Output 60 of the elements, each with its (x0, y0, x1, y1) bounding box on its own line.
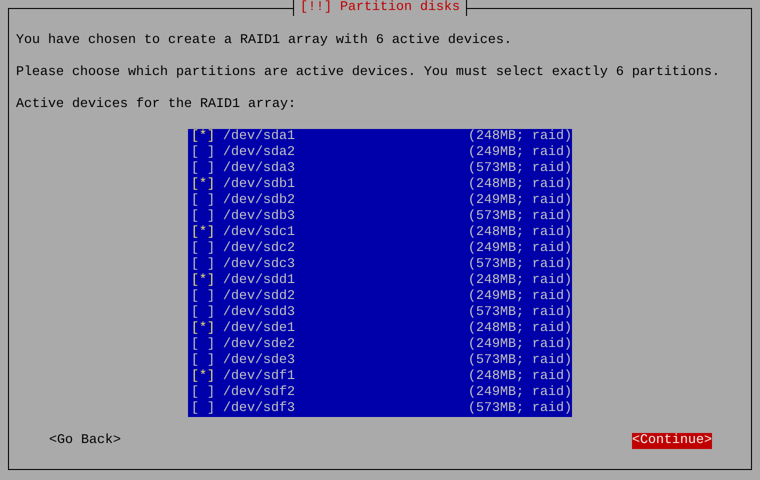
device-info: (573MB; raid) (468, 305, 572, 321)
device-name: /dev/sdf3 (223, 401, 295, 417)
device-info: (249MB; raid) (468, 241, 572, 257)
checkbox[interactable]: [ ] (191, 241, 215, 257)
device-info: (248MB; raid) (468, 129, 572, 145)
device-name: /dev/sdd1 (223, 273, 295, 289)
checkbox[interactable]: [*] (191, 177, 215, 193)
device-info: (249MB; raid) (468, 385, 572, 401)
message-text: You have chosen to create a RAID1 array with 6 active devices. (16, 33, 513, 49)
device-info: (573MB; raid) (468, 161, 572, 177)
checkbox[interactable]: [ ] (191, 337, 215, 353)
device-name: /dev/sdd2 (223, 289, 295, 305)
checkbox[interactable]: [*] (191, 225, 215, 241)
checkbox[interactable]: [ ] (191, 401, 215, 417)
checkbox[interactable]: [ ] (191, 385, 215, 401)
device-name: /dev/sdb1 (223, 177, 295, 193)
checkbox[interactable]: [*] (191, 129, 215, 145)
device-name: /dev/sdc3 (223, 257, 295, 273)
checkbox[interactable]: [ ] (191, 353, 215, 369)
checkbox[interactable]: [ ] (191, 145, 215, 161)
device-name: /dev/sdd3 (223, 305, 295, 321)
checkbox[interactable]: [*] (191, 273, 215, 289)
checkbox[interactable]: [ ] (191, 209, 215, 225)
dialog-title: [!!] Partition disks (293, 0, 467, 16)
device-info: (249MB; raid) (468, 193, 572, 209)
device-name: /dev/sda2 (223, 145, 295, 161)
device-info: (249MB; raid) (468, 337, 572, 353)
device-info: (248MB; raid) (468, 273, 572, 289)
device-info: (249MB; raid) (468, 145, 572, 161)
checkbox[interactable]: [ ] (191, 289, 215, 305)
device-name: /dev/sdc1 (223, 225, 295, 241)
device-name: /dev/sdf2 (223, 385, 295, 401)
device-info: (573MB; raid) (468, 353, 572, 369)
device-name: /dev/sde2 (223, 337, 295, 353)
device-name: /dev/sdc2 (223, 241, 295, 257)
checkbox[interactable]: [ ] (191, 161, 215, 177)
checkbox[interactable]: [ ] (191, 257, 215, 273)
device-info: (248MB; raid) (468, 321, 572, 337)
device-name: /dev/sda3 (223, 161, 295, 177)
device-info: (573MB; raid) (468, 257, 572, 273)
device-name: /dev/sde1 (223, 321, 295, 337)
device-name: /dev/sde3 (223, 353, 295, 369)
device-name: /dev/sdb3 (223, 209, 295, 225)
dialog-button[interactable]: <Go Back> (49, 433, 121, 449)
checkbox[interactable]: [*] (191, 369, 215, 385)
checkbox[interactable]: [ ] (191, 193, 215, 209)
device-info: (248MB; raid) (468, 225, 572, 241)
device-name: /dev/sda1 (223, 129, 295, 145)
device-name: /dev/sdf1 (223, 369, 295, 385)
message-text: Please choose which partitions are active devices. You must select exactly 6 partitions. (16, 65, 721, 81)
device-info: (248MB; raid) (468, 369, 572, 385)
device-info: (573MB; raid) (468, 209, 572, 225)
message-text: Active devices for the RAID1 array: (16, 97, 297, 113)
checkbox[interactable]: [*] (191, 321, 215, 337)
device-info: (249MB; raid) (468, 289, 572, 305)
device-name: /dev/sdb2 (223, 193, 295, 209)
device-info: (573MB; raid) (468, 401, 572, 417)
checkbox[interactable]: [ ] (191, 305, 215, 321)
dialog-button[interactable]: <Continue> (632, 433, 712, 449)
device-info: (248MB; raid) (468, 177, 572, 193)
